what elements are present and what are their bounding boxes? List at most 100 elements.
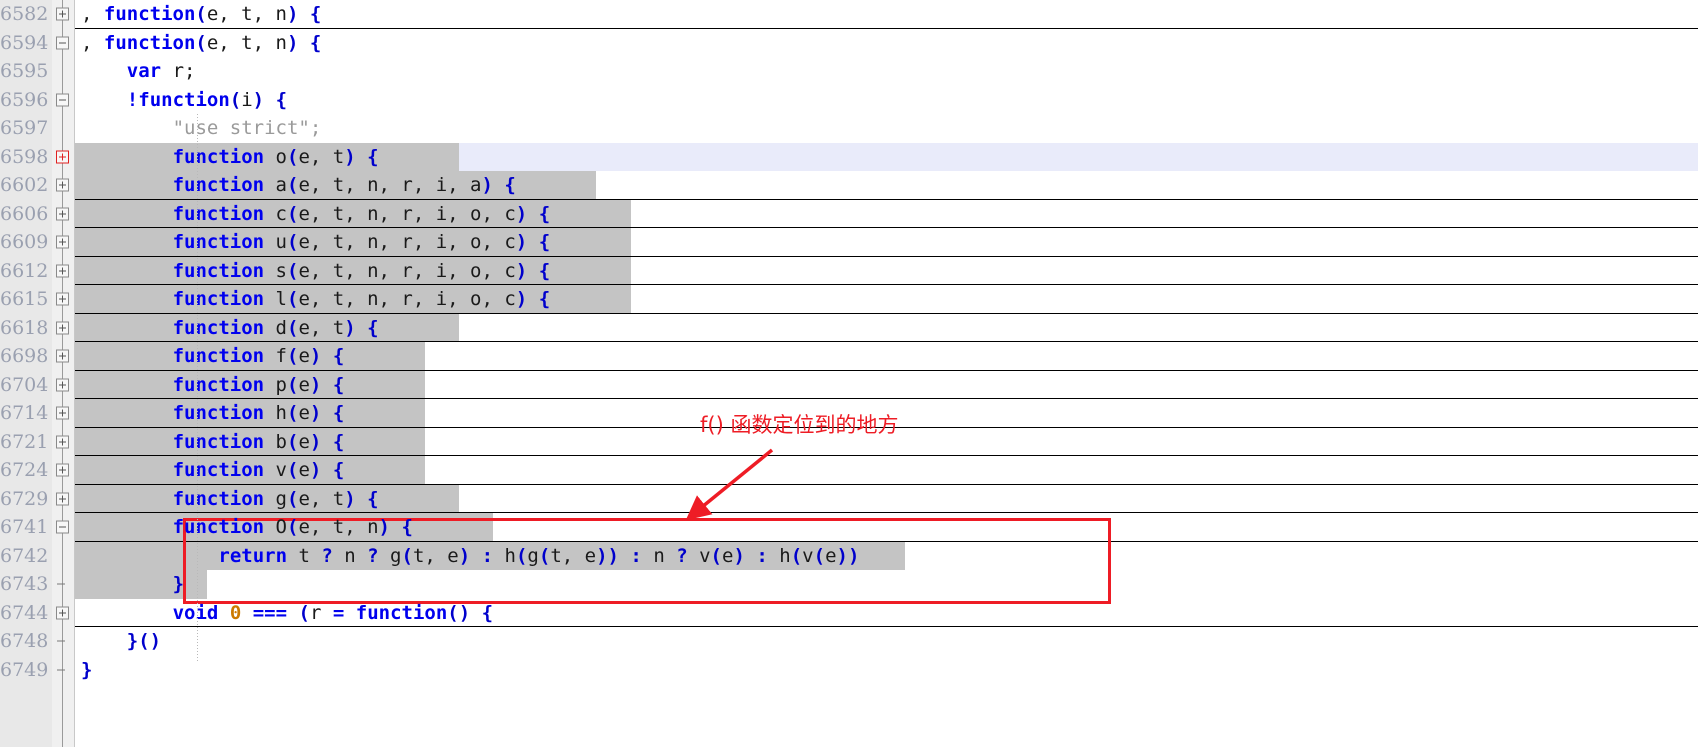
code-line[interactable]: function h(e) { (75, 399, 1698, 428)
fold-toggle-plus-icon[interactable] (56, 406, 69, 420)
line-number: 6609 (0, 231, 49, 253)
code-text: function l(e, t, n, r, i, o, c) { (172, 288, 551, 310)
fold-row (52, 143, 74, 172)
fold-toggle-plus-icon[interactable] (56, 349, 69, 363)
code-folding-strip[interactable] (52, 0, 75, 747)
line-number: 6729 (0, 487, 49, 510)
fold-row (52, 371, 74, 400)
fold-row (52, 428, 74, 457)
fold-toggle-plus-icon[interactable] (56, 463, 69, 477)
code-line[interactable]: function O(e, t, n) { (75, 513, 1698, 542)
fold-toggle-tick-icon[interactable] (56, 663, 65, 676)
code-line[interactable]: !function(i) { (75, 86, 1698, 115)
code-line[interactable]: function s(e, t, n, r, i, o, c) { (75, 256, 1698, 285)
fold-toggle-plus-icon[interactable] (56, 292, 69, 306)
fold-toggle-plus-icon[interactable] (56, 435, 69, 449)
code-line[interactable]: } (75, 570, 1698, 599)
code-line[interactable]: }() (75, 627, 1698, 656)
fold-toggle-plus-icon[interactable] (56, 264, 69, 278)
fold-toggle-plus-icon[interactable] (56, 207, 69, 221)
line-number: 6743 (0, 573, 49, 595)
fold-row (52, 285, 74, 314)
code-text: var r; (126, 60, 196, 82)
line-number: 6595 (0, 60, 49, 82)
fold-toggle-current-icon[interactable] (56, 150, 69, 164)
fold-row (52, 86, 74, 115)
code-line[interactable]: function f(e) { (75, 342, 1698, 371)
code-line[interactable]: function c(e, t, n, r, i, o, c) { (75, 199, 1698, 228)
code-line[interactable]: "use strict"; (75, 114, 1698, 143)
fold-row (52, 314, 74, 343)
code-line[interactable]: function b(e) { (75, 427, 1698, 456)
line-number: 6748 (0, 630, 49, 652)
fold-row (52, 513, 74, 542)
code-line[interactable]: } (75, 656, 1698, 685)
code-text: function s(e, t, n, r, i, o, c) { (172, 259, 551, 282)
code-text: function o(e, t) { (172, 145, 379, 168)
fold-toggle-plus-icon[interactable] (56, 606, 69, 620)
code-line[interactable]: , function(e, t, n) { (75, 29, 1698, 58)
line-number: 6618 (0, 316, 49, 339)
code-text: }() (126, 630, 162, 652)
fold-toggle-tick-icon[interactable] (56, 635, 65, 648)
fold-toggle-plus-icon[interactable] (56, 7, 69, 21)
code-line[interactable]: function g(e, t) { (75, 484, 1698, 513)
line-number: 6724 (0, 459, 49, 481)
line-number: 6749 (0, 658, 49, 681)
code-line[interactable]: function p(e) { (75, 370, 1698, 399)
fold-row (52, 599, 74, 628)
line-number: 6741 (0, 516, 49, 538)
code-text: "use strict"; (172, 117, 322, 139)
fold-toggle-plus-icon[interactable] (56, 492, 69, 506)
code-text: function d(e, t) { (172, 316, 379, 339)
code-text: function b(e) { (172, 430, 345, 453)
code-line[interactable]: function a(e, t, n, r, i, a) { (75, 171, 1698, 200)
code-line[interactable]: function u(e, t, n, r, i, o, c) { (75, 228, 1698, 257)
fold-row (52, 114, 74, 143)
code-text: , function(e, t, n) { (81, 31, 322, 54)
fold-toggle-plus-icon[interactable] (56, 235, 69, 249)
code-line[interactable]: function l(e, t, n, r, i, o, c) { (75, 285, 1698, 314)
fold-toggle-plus-icon[interactable] (56, 321, 69, 335)
fold-toggle-minus-icon[interactable] (56, 520, 69, 534)
code-text: !function(i) { (126, 88, 288, 111)
fold-row (52, 485, 74, 514)
fold-row (52, 656, 74, 685)
line-number-gutter[interactable]: 6582 6594 6595 6596 6597 6598 6602 6606 6609 6612… (0, 0, 52, 747)
fold-toggle-plus-icon[interactable] (56, 378, 69, 392)
line-number: 6597 (0, 117, 49, 139)
code-line[interactable]: function o(e, t) { (75, 142, 1698, 171)
fold-toggle-tick-icon[interactable] (56, 578, 65, 591)
fold-row (52, 570, 74, 599)
code-line[interactable]: return t ? n ? g(t, e) : h(g(t, e)) : n … (75, 541, 1698, 570)
fold-row (52, 57, 74, 86)
fold-row (52, 29, 74, 58)
fold-toggle-minus-icon[interactable] (56, 93, 69, 107)
code-line[interactable]: function v(e) { (75, 456, 1698, 485)
line-number: 6596 (0, 88, 49, 111)
code-text: function v(e) { (172, 459, 345, 481)
code-line[interactable]: function d(e, t) { (75, 313, 1698, 342)
fold-row (52, 456, 74, 485)
code-editor[interactable]: 6582 6594 6595 6596 6597 6598 6602 6606 6609 6612… (0, 0, 1698, 747)
code-text: } (172, 573, 185, 595)
fold-toggle-plus-icon[interactable] (56, 178, 69, 192)
line-number: 6582 (0, 3, 49, 25)
line-number: 6598 (0, 145, 49, 168)
code-text: function a(e, t, n, r, i, a) { (172, 174, 516, 196)
code-text: function g(e, t) { (172, 487, 379, 510)
code-text: void 0 === (r = function() { (172, 601, 494, 624)
code-text: function h(e) { (172, 402, 345, 424)
fold-row (52, 399, 74, 428)
line-number: 6704 (0, 373, 49, 396)
code-text: , function(e, t, n) { (81, 3, 322, 25)
fold-row (52, 200, 74, 229)
code-line[interactable]: , function(e, t, n) { (75, 0, 1698, 29)
fold-row (52, 257, 74, 286)
fold-row (52, 542, 74, 571)
fold-toggle-minus-icon[interactable] (56, 36, 69, 50)
code-line[interactable]: var r; (75, 57, 1698, 86)
code-content-area[interactable]: , function(e, t, n) { , function(e, t, n)… (75, 0, 1698, 747)
code-line[interactable]: void 0 === (r = function() { (75, 599, 1698, 627)
code-text: function O(e, t, n) { (172, 516, 413, 538)
